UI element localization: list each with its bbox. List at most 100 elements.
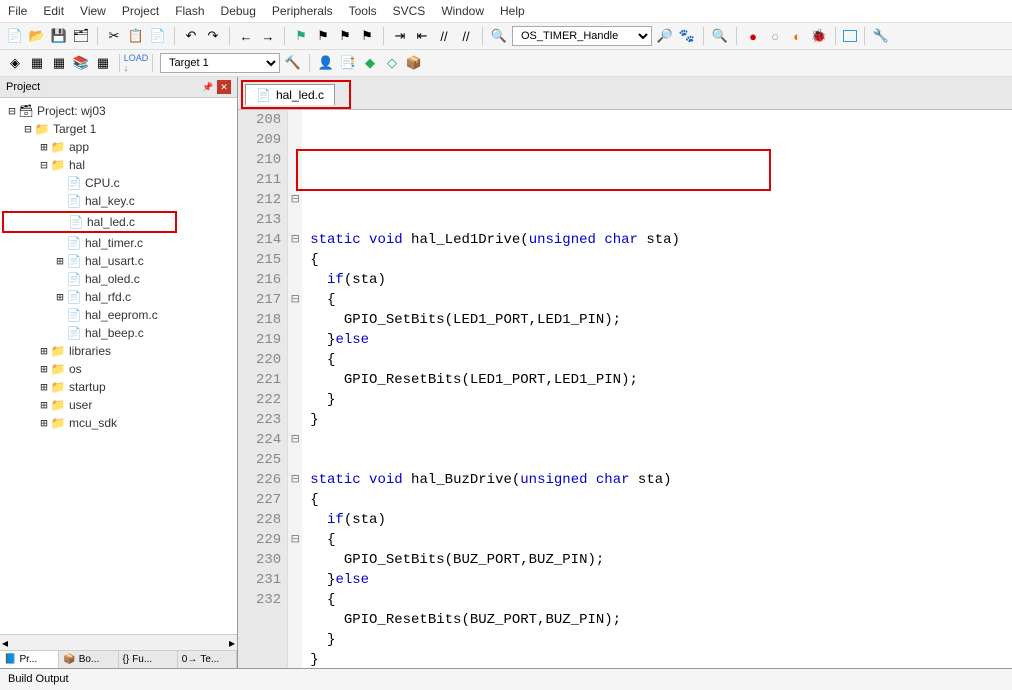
menu-tools[interactable]: Tools <box>349 4 377 18</box>
code-editor[interactable]: 2082092102112122132142152162172182192202… <box>238 110 1012 668</box>
tree-expander[interactable]: ⊞ <box>38 362 50 376</box>
breakpoint-insert-icon[interactable]: ● <box>744 27 762 45</box>
breakpoint-disable-icon[interactable]: ◐ <box>788 27 806 45</box>
tree-item-hal-oled-c[interactable]: 📄hal_oled.c <box>2 270 235 288</box>
panel-tab-fu[interactable]: {}Fu... <box>119 651 178 668</box>
redo-icon[interactable]: ↷ <box>204 27 222 45</box>
bookmark-prev-icon[interactable]: ⚑ <box>314 27 332 45</box>
code-line[interactable]: if(sta) <box>310 270 1012 290</box>
search-combo[interactable]: OS_TIMER_Handle <box>512 26 652 46</box>
fold-marker[interactable]: ⊟ <box>288 430 302 450</box>
tree-expander[interactable]: ⊞ <box>54 254 66 268</box>
code-line[interactable]: { <box>310 490 1012 510</box>
build-icon[interactable]: ▦ <box>28 54 46 72</box>
code-line[interactable] <box>310 210 1012 230</box>
fold-marker[interactable]: ⊟ <box>288 470 302 490</box>
tree-expander[interactable]: ⊟ <box>22 122 34 136</box>
cut-icon[interactable]: ✂ <box>105 27 123 45</box>
code-line[interactable] <box>310 450 1012 470</box>
tree-item-project--wj03[interactable]: ⊟🗃Project: wj03 <box>2 102 235 120</box>
comment-icon[interactable]: // <box>435 27 453 45</box>
code-line[interactable]: if(sta) <box>310 510 1012 530</box>
undo-icon[interactable]: ↶ <box>182 27 200 45</box>
fold-marker[interactable] <box>288 570 302 590</box>
code-line[interactable]: GPIO_SetBits(LED1_PORT,LED1_PIN); <box>310 310 1012 330</box>
breakpoint-kill-icon[interactable]: 🐞 <box>810 27 828 45</box>
tree-item-hal-beep-c[interactable]: 📄hal_beep.c <box>2 324 235 342</box>
target-select[interactable]: Target 1 <box>160 53 280 73</box>
fold-marker[interactable] <box>288 490 302 510</box>
tree-expander[interactable]: ⊞ <box>38 416 50 430</box>
file-extensions-icon[interactable]: 📑 <box>339 54 357 72</box>
breakpoint-toggle-icon[interactable]: ○ <box>766 27 784 45</box>
save-icon[interactable]: 💾 <box>50 27 68 45</box>
fold-marker[interactable]: ⊟ <box>288 530 302 550</box>
tree-item-cpu-c[interactable]: 📄CPU.c <box>2 174 235 192</box>
code-line[interactable]: { <box>310 590 1012 610</box>
fold-marker[interactable] <box>288 270 302 290</box>
tree-expander[interactable]: ⊟ <box>38 158 50 172</box>
code-line[interactable]: GPIO_ResetBits(BUZ_PORT,BUZ_PIN); <box>310 610 1012 630</box>
menu-file[interactable]: File <box>8 4 27 18</box>
tree-expander[interactable]: ⊞ <box>54 290 66 304</box>
menu-debug[interactable]: Debug <box>221 4 256 18</box>
tree-expander[interactable]: ⊞ <box>38 344 50 358</box>
bookmark-icon[interactable]: ⚑ <box>292 27 310 45</box>
fold-marker[interactable] <box>288 550 302 570</box>
code-line[interactable]: { <box>310 530 1012 550</box>
paste-icon[interactable]: 📄 <box>149 27 167 45</box>
tree-item-hal-key-c[interactable]: 📄hal_key.c <box>2 192 235 210</box>
editor-tab-hal-led[interactable]: 📄 hal_led.c <box>245 84 335 105</box>
code-line[interactable]: }else <box>310 570 1012 590</box>
tree-item-hal-timer-c[interactable]: 📄hal_timer.c <box>2 234 235 252</box>
tree-expander[interactable]: ⊞ <box>38 398 50 412</box>
debug-icon[interactable]: 🔍 <box>711 27 729 45</box>
menu-project[interactable]: Project <box>122 4 159 18</box>
tree-item-mcu-sdk[interactable]: ⊞📁mcu_sdk <box>2 414 235 432</box>
configure-icon[interactable]: 🔧 <box>872 27 890 45</box>
fold-marker[interactable]: ⊟ <box>288 290 302 310</box>
tree-item-app[interactable]: ⊞📁app <box>2 138 235 156</box>
code-line[interactable]: } <box>310 410 1012 430</box>
translate-icon[interactable]: ◈ <box>6 54 24 72</box>
stop-build-icon[interactable]: ▦ <box>94 54 112 72</box>
fold-marker[interactable] <box>288 250 302 270</box>
code-line[interactable]: { <box>310 250 1012 270</box>
code-content[interactable]: static void hal_Led1Drive(unsigned char … <box>302 110 1012 668</box>
code-line[interactable]: static void hal_BuzDrive(unsigned char s… <box>310 470 1012 490</box>
rebuild-icon[interactable]: ▦ <box>50 54 68 72</box>
tree-item-hal-eeprom-c[interactable]: 📄hal_eeprom.c <box>2 306 235 324</box>
manage-project-icon[interactable]: 👤 <box>317 54 335 72</box>
fold-marker[interactable]: ⊟ <box>288 230 302 250</box>
fold-marker[interactable] <box>288 450 302 470</box>
panel-tab-te[interactable]: 0→Te... <box>178 651 237 668</box>
fold-marker[interactable] <box>288 110 302 130</box>
fold-marker[interactable] <box>288 590 302 610</box>
tree-item-os[interactable]: ⊞📁os <box>2 360 235 378</box>
download-icon[interactable]: LOAD↓ <box>127 54 145 72</box>
save-all-icon[interactable]: 🗂 <box>72 27 90 45</box>
fold-marker[interactable] <box>288 130 302 150</box>
fold-marker[interactable] <box>288 370 302 390</box>
tree-expander[interactable]: ⊟ <box>6 104 18 118</box>
new-file-icon[interactable]: 📄 <box>6 27 24 45</box>
fold-marker[interactable] <box>288 510 302 530</box>
code-line[interactable]: { <box>310 290 1012 310</box>
code-line[interactable]: }else <box>310 330 1012 350</box>
tree-item-startup[interactable]: ⊞📁startup <box>2 378 235 396</box>
manage-rte-icon[interactable]: ◆ <box>361 54 379 72</box>
menu-peripherals[interactable]: Peripherals <box>272 4 333 18</box>
nav-back-icon[interactable]: ← <box>237 27 255 45</box>
tree-item-user[interactable]: ⊞📁user <box>2 396 235 414</box>
code-line[interactable]: static void hal_Led1Drive(unsigned char … <box>310 230 1012 250</box>
outdent-icon[interactable]: ⇤ <box>413 27 431 45</box>
code-line[interactable]: } <box>310 390 1012 410</box>
code-line[interactable]: GPIO_ResetBits(LED1_PORT,LED1_PIN); <box>310 370 1012 390</box>
nav-forward-icon[interactable]: → <box>259 27 277 45</box>
code-line[interactable]: { <box>310 350 1012 370</box>
tree-expander[interactable]: ⊞ <box>38 140 50 154</box>
batch-build-icon[interactable]: 📚 <box>72 54 90 72</box>
select-packs-icon[interactable]: ◇ <box>383 54 401 72</box>
menu-window[interactable]: Window <box>441 4 484 18</box>
menu-svcs[interactable]: SVCS <box>393 4 426 18</box>
